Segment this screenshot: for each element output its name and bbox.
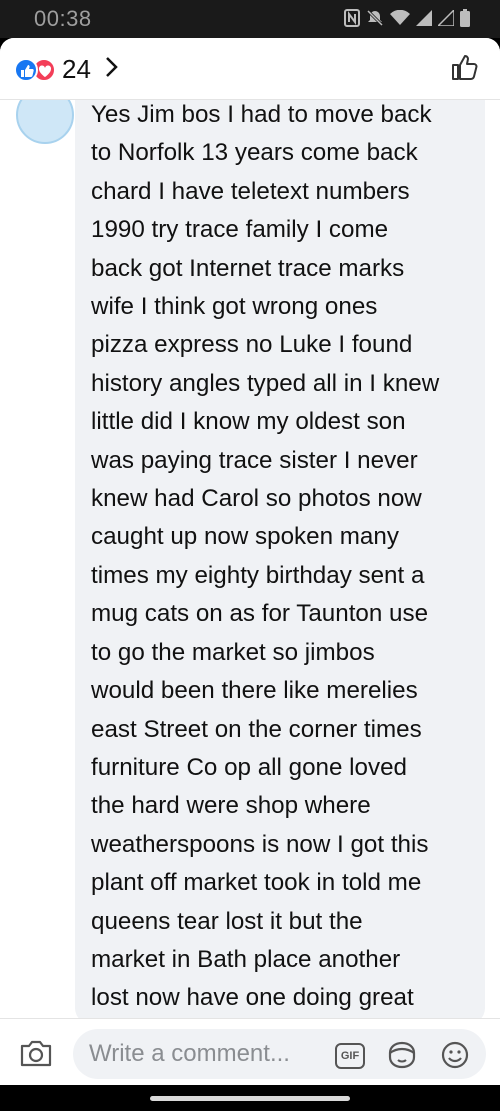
signal-icon bbox=[416, 10, 432, 32]
comment-sheet: 24 Yes Jim bos I had to move back to Nor… bbox=[0, 38, 500, 1085]
like-button[interactable] bbox=[450, 52, 480, 87]
signal-icon bbox=[436, 8, 455, 32]
mute-icon bbox=[366, 9, 384, 33]
gif-button[interactable]: GIF bbox=[335, 1043, 365, 1069]
emoji-icon bbox=[441, 1041, 469, 1069]
sticker-button[interactable] bbox=[385, 1039, 419, 1076]
chevron-right-icon bbox=[105, 56, 119, 83]
status-icons bbox=[344, 8, 470, 33]
home-indicator[interactable] bbox=[150, 1096, 350, 1101]
reactions-summary[interactable]: 24 bbox=[14, 54, 119, 85]
reaction-count: 24 bbox=[62, 54, 91, 84]
reactions-header: 24 bbox=[0, 38, 500, 100]
comment-text: Yes Jim bos I had to move back to Norfol… bbox=[91, 101, 440, 1012]
status-time: 00:38 bbox=[34, 6, 92, 31]
battery-icon bbox=[460, 9, 470, 33]
camera-icon bbox=[20, 1040, 52, 1067]
status-bar: 00:38 bbox=[0, 0, 500, 38]
comment-composer: GIF bbox=[0, 1018, 500, 1085]
thumbs-up-icon bbox=[452, 55, 478, 80]
nfc-icon bbox=[344, 9, 360, 33]
camera-button[interactable] bbox=[19, 1038, 53, 1073]
emoji-button[interactable] bbox=[439, 1039, 471, 1076]
sticker-icon bbox=[388, 1041, 416, 1069]
like-reaction-icon bbox=[14, 57, 38, 82]
navigation-bar bbox=[0, 1085, 500, 1111]
wifi-icon bbox=[390, 9, 410, 32]
comment-input[interactable] bbox=[89, 1037, 319, 1071]
comment-bubble: Yes Jim bos I had to move back to Norfol… bbox=[75, 84, 485, 1024]
comment-input-pill: GIF bbox=[73, 1029, 486, 1079]
